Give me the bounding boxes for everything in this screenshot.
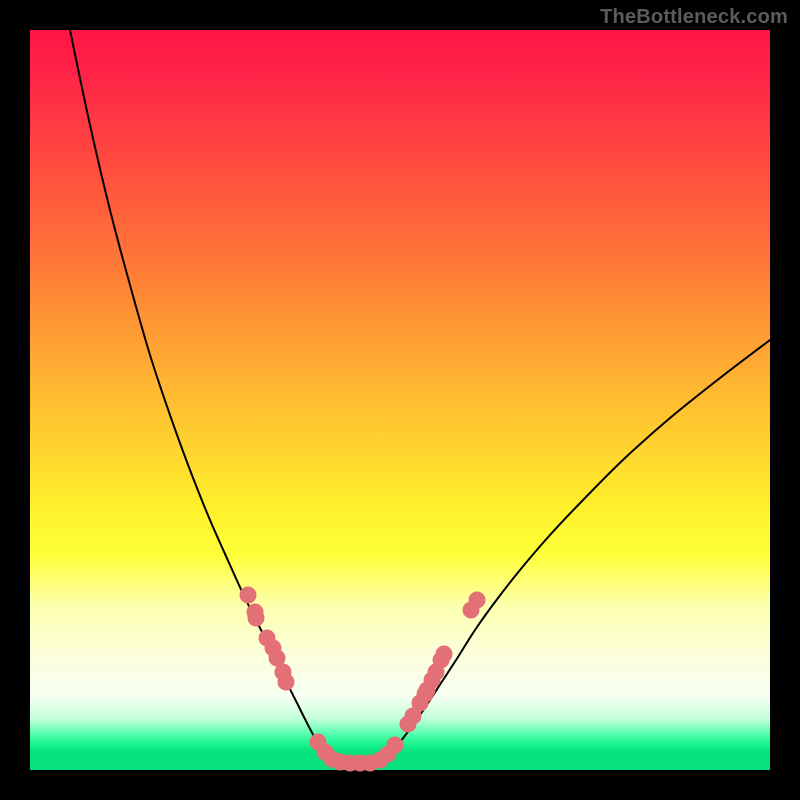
data-marker (436, 646, 452, 662)
data-marker (240, 587, 256, 603)
chart-svg (30, 30, 770, 770)
watermark-text: TheBottleneck.com (600, 6, 788, 29)
data-marker (278, 674, 294, 690)
data-marker (387, 737, 403, 753)
chart-frame: TheBottleneck.com (0, 0, 800, 800)
bottleneck-curve (70, 30, 770, 763)
data-marker (248, 610, 264, 626)
data-marker (469, 592, 485, 608)
plot-area (30, 30, 770, 770)
marker-group (240, 587, 485, 771)
